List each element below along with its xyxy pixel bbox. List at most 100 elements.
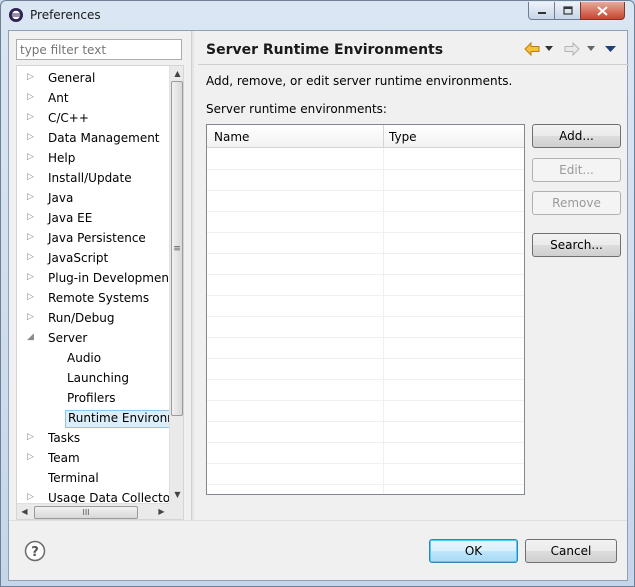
- expand-arrow-icon[interactable]: ▷: [27, 232, 37, 244]
- tree-item[interactable]: Launching: [17, 368, 169, 388]
- tree-vertical-scrollbar[interactable]: ▲ ≡ ▼: [169, 66, 183, 503]
- tree-item-label: Plug-in Development: [48, 271, 174, 285]
- scroll-right-icon[interactable]: ▶: [154, 507, 169, 516]
- tree-item[interactable]: ◢ Server: [17, 328, 169, 348]
- row-gridline: [207, 421, 524, 422]
- forward-button[interactable]: [564, 41, 580, 57]
- expand-arrow-icon[interactable]: ▷: [27, 312, 37, 324]
- tree-hscroll-thumb[interactable]: III: [34, 506, 138, 519]
- view-menu-icon: [605, 45, 616, 52]
- remove-button[interactable]: Remove: [532, 191, 621, 215]
- row-gridline: [207, 484, 524, 485]
- cancel-button[interactable]: Cancel: [525, 539, 617, 563]
- search-button[interactable]: Search...: [532, 233, 621, 257]
- tree-item-label: JavaScript: [48, 251, 109, 265]
- tree-item[interactable]: ▷ C/C++: [17, 108, 169, 128]
- title-bar[interactable]: Preferences: [1, 1, 634, 29]
- tree-item[interactable]: ▷ Help: [17, 148, 169, 168]
- scroll-up-icon[interactable]: ▲: [170, 69, 183, 78]
- row-gridline: [207, 190, 524, 191]
- eclipse-icon: [9, 8, 23, 22]
- back-history-dropdown[interactable]: [545, 41, 553, 57]
- back-button[interactable]: [524, 41, 540, 57]
- page-description: Add, remove, or edit server runtime envi…: [206, 74, 513, 88]
- expand-arrow-icon[interactable]: ▷: [27, 132, 37, 144]
- ok-button[interactable]: OK: [429, 539, 518, 563]
- tree-item[interactable]: ▷ Remote Systems: [17, 288, 169, 308]
- tree-item[interactable]: ▷ Run/Debug: [17, 308, 169, 328]
- dialog-client-area: ▷General▷Ant▷C/C++▷Data Management▷Help▷…: [8, 30, 629, 581]
- tree-item[interactable]: ▷ JavaScript: [17, 248, 169, 268]
- edit-button[interactable]: Edit...: [532, 158, 621, 182]
- hscroll-grip: III: [82, 508, 90, 517]
- tree-item-label: Help: [48, 151, 76, 165]
- row-gridline: [207, 295, 524, 296]
- forward-arrow-icon: [564, 42, 580, 56]
- tree-item-label: Remote Systems: [48, 291, 150, 305]
- tree-item[interactable]: ▷ Install/Update: [17, 168, 169, 188]
- tree-item-label: Tasks: [48, 431, 81, 445]
- expand-arrow-icon[interactable]: ▷: [27, 252, 37, 264]
- row-gridline: [207, 379, 524, 380]
- tree-item[interactable]: Profilers: [17, 388, 169, 408]
- footer-separator: [9, 520, 627, 521]
- scroll-down-icon[interactable]: ▼: [170, 490, 183, 499]
- filter-input[interactable]: [16, 39, 182, 60]
- add-button[interactable]: Add...: [532, 124, 621, 148]
- minimize-button[interactable]: [528, 2, 555, 20]
- expand-arrow-icon[interactable]: ▷: [27, 92, 37, 104]
- view-menu-button[interactable]: [605, 41, 616, 57]
- tree-item[interactable]: ▷ Java EE: [17, 208, 169, 228]
- row-gridline: [207, 400, 524, 401]
- expand-arrow-icon[interactable]: ▷: [27, 152, 37, 164]
- scroll-corner: [169, 503, 183, 519]
- tree-horizontal-scrollbar[interactable]: ◀ III ▶: [17, 503, 169, 519]
- row-gridline: [207, 232, 524, 233]
- column-divider[interactable]: [383, 125, 384, 148]
- expand-arrow-icon[interactable]: ▷: [27, 112, 37, 124]
- collapse-arrow-icon[interactable]: ◢: [27, 332, 37, 344]
- maximize-button[interactable]: [554, 2, 581, 20]
- chevron-down-icon: [587, 46, 595, 51]
- column-header-type[interactable]: Type: [389, 130, 417, 144]
- row-gridline: [207, 253, 524, 254]
- expand-arrow-icon[interactable]: ▷: [27, 292, 37, 304]
- tree-item-label: Run/Debug: [48, 311, 115, 325]
- help-icon[interactable]: ?: [24, 540, 46, 562]
- tree-vscroll-thumb[interactable]: ≡: [171, 81, 183, 416]
- tree-item[interactable]: Runtime Environm: [17, 408, 182, 428]
- expand-arrow-icon[interactable]: ▷: [27, 212, 37, 224]
- expand-arrow-icon[interactable]: ▷: [27, 192, 37, 204]
- row-gridline: [207, 337, 524, 338]
- svg-text:?: ?: [31, 545, 39, 560]
- page-title: Server Runtime Environments: [206, 42, 444, 58]
- runtime-environments-table[interactable]: Name Type: [206, 124, 525, 495]
- expand-arrow-icon[interactable]: ▷: [27, 452, 37, 464]
- row-gridline: [207, 211, 524, 212]
- tree-item[interactable]: ▷ Java Persistence: [17, 228, 169, 248]
- tree-item[interactable]: ▷ Tasks: [17, 428, 169, 448]
- header-separator: [198, 64, 629, 65]
- tree-item-label: Data Management: [48, 131, 160, 145]
- tree-item[interactable]: ▷ Java: [17, 188, 169, 208]
- expand-arrow-icon[interactable]: ▷: [27, 72, 37, 84]
- back-arrow-icon: [524, 42, 540, 56]
- expand-arrow-icon[interactable]: ▷: [27, 272, 37, 284]
- scroll-left-icon[interactable]: ◀: [17, 507, 32, 516]
- tree-item[interactable]: Terminal: [17, 468, 169, 488]
- close-button[interactable]: [580, 2, 625, 20]
- tree-item[interactable]: ▷ Plug-in Development: [17, 268, 174, 288]
- forward-history-dropdown[interactable]: [587, 41, 595, 57]
- expand-arrow-icon[interactable]: ▷: [27, 172, 37, 184]
- tree-item[interactable]: ▷ Ant: [17, 88, 169, 108]
- tree-item[interactable]: ▷ General: [17, 68, 169, 88]
- tree-item[interactable]: Audio: [17, 348, 169, 368]
- preferences-window: Preferences ▷ General ▷ Ant ▷ C/C++ ▷ Data Mana…: [0, 0, 635, 587]
- row-gridline: [207, 463, 524, 464]
- tree-item[interactable]: ▷ Team: [17, 448, 169, 468]
- tree-item[interactable]: ▷ Data Management: [17, 128, 169, 148]
- row-gridline: [207, 316, 524, 317]
- expand-arrow-icon[interactable]: ▷: [27, 432, 37, 444]
- pane-divider[interactable]: [191, 31, 194, 520]
- column-header-name[interactable]: Name: [214, 130, 249, 144]
